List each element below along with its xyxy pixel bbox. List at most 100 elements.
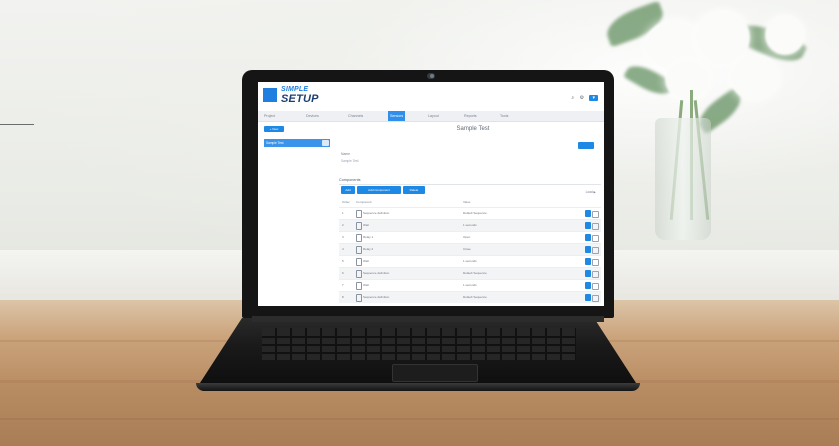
component-icon [356, 234, 362, 242]
tab-channels[interactable]: Channels [348, 111, 363, 121]
row-order: 5 [342, 259, 344, 263]
component-icon [356, 210, 362, 218]
add-button-label: Add [345, 188, 351, 192]
table-row[interactable]: 1 Sequence definition Default Sequence [339, 207, 601, 219]
delete-row-icon[interactable] [592, 259, 599, 266]
user-menu-button[interactable]: ▾ [589, 95, 598, 101]
add-component-label: Add Component [368, 188, 390, 192]
wood-grain [0, 418, 839, 420]
main-tabs: Project Devices Channels Sensors Layout … [258, 111, 604, 122]
table-row[interactable]: 6 Sequence definition Default Sequence [339, 267, 601, 279]
column-header-component: Component [356, 200, 372, 204]
load-link[interactable]: Load ▶ [586, 190, 596, 194]
delete-row-icon[interactable] [592, 223, 599, 230]
table-row[interactable]: 3 Relay 1 Open [339, 231, 601, 243]
row-component: Wait [363, 283, 369, 287]
new-button[interactable]: + New [264, 126, 284, 132]
tab-tools[interactable]: Tools [500, 111, 508, 121]
row-component: Sequence definition [363, 295, 390, 299]
row-component: Relay 2 [363, 247, 374, 251]
tab-project[interactable]: Project [264, 111, 275, 121]
row-value: Default Sequence [463, 211, 487, 215]
table-row[interactable]: 2 Wait 1 seconds [339, 219, 601, 231]
delete-button-label: Delete [409, 188, 419, 192]
row-order: 7 [342, 283, 344, 287]
row-order: 1 [342, 211, 344, 215]
table-row[interactable]: 7 Wait 1 seconds [339, 279, 601, 291]
edit-row-button[interactable] [585, 246, 591, 253]
sidebar-item-sample-test[interactable]: Sample Test [264, 139, 330, 147]
logo-text-top: SIMPLE [281, 86, 309, 93]
edit-row-button[interactable] [585, 282, 591, 289]
delete-button[interactable]: Delete [403, 186, 425, 194]
header-icons: ⌕ ⚙ ▾ [567, 95, 598, 101]
row-order: 4 [342, 247, 344, 251]
row-value: Default Sequence [463, 295, 487, 299]
row-value: 1 seconds [463, 283, 477, 287]
keyboard-row [262, 344, 576, 346]
component-icon [356, 222, 362, 230]
row-component: Wait [363, 259, 369, 263]
delete-row-icon[interactable] [592, 283, 599, 290]
row-value: Default Sequence [463, 271, 487, 275]
row-component: Sequence definition [363, 211, 390, 215]
edit-button[interactable] [578, 142, 594, 149]
edit-row-button[interactable] [585, 222, 591, 229]
tab-layout[interactable]: Layout [428, 111, 439, 121]
divider [339, 184, 601, 185]
column-header-value: Value [463, 200, 471, 204]
component-icon [356, 270, 362, 278]
edit-row-button[interactable] [585, 210, 591, 217]
row-component: Sequence definition [363, 271, 390, 275]
edit-row-button[interactable] [585, 270, 591, 277]
delete-row-icon[interactable] [592, 295, 599, 302]
row-order: 8 [342, 295, 344, 299]
table-row[interactable]: 4 Relay 2 Close [339, 243, 601, 255]
name-label: Name [341, 152, 351, 156]
tab-reports[interactable]: Reports [464, 111, 477, 121]
flowers [585, 0, 839, 250]
search-icon[interactable]: ⌕ [571, 95, 574, 101]
row-order: 3 [342, 235, 344, 239]
add-button[interactable]: Add [341, 186, 355, 194]
row-value: Open [463, 235, 471, 239]
row-order: 2 [342, 223, 344, 227]
copy-icon[interactable] [322, 140, 329, 146]
sidebar-item-label: Sample Test [266, 141, 284, 145]
row-component: Wait [363, 223, 369, 227]
components-table: 1 Sequence definition Default Sequence 2… [339, 207, 601, 303]
row-value: 1 seconds [463, 223, 477, 227]
logo-text-bottom: SETUP [281, 93, 319, 105]
row-component: Relay 1 [363, 235, 374, 239]
row-value: 1 seconds [463, 259, 477, 263]
table-row[interactable]: 5 Wait 1 seconds [339, 255, 601, 267]
logo-icon [263, 88, 277, 102]
page-title: Sample Test [456, 126, 490, 132]
component-icon [356, 246, 362, 254]
component-icon [356, 282, 362, 290]
vase [655, 118, 711, 240]
delete-row-icon[interactable] [592, 235, 599, 242]
edit-row-button[interactable] [585, 258, 591, 265]
delete-row-icon[interactable] [592, 271, 599, 278]
edit-row-button[interactable] [585, 294, 591, 301]
laptop-screen: SIMPLE SETUP ⌕ ⚙ ▾ Project Devices Chann… [258, 82, 604, 306]
settings-icon[interactable]: ⚙ [580, 95, 584, 101]
name-value: Sample Test [341, 159, 359, 163]
trackpad [392, 364, 478, 382]
laptop-hinge [252, 316, 604, 322]
keyboard-row [262, 336, 576, 338]
delete-row-icon[interactable] [592, 247, 599, 254]
table-row[interactable]: 8 Sequence definition Default Sequence [339, 291, 601, 303]
row-order: 6 [342, 271, 344, 275]
column-header-order: Order [342, 200, 350, 204]
frame-line [0, 124, 34, 125]
tab-devices[interactable]: Devices [306, 111, 319, 121]
keyboard-row [262, 352, 576, 354]
add-component-button[interactable]: Add Component [357, 186, 401, 194]
tab-sensors[interactable]: Sensors [388, 111, 406, 121]
webcam-lens [430, 74, 434, 78]
edit-row-button[interactable] [585, 234, 591, 241]
delete-row-icon[interactable] [592, 211, 599, 218]
component-icon [356, 294, 362, 302]
